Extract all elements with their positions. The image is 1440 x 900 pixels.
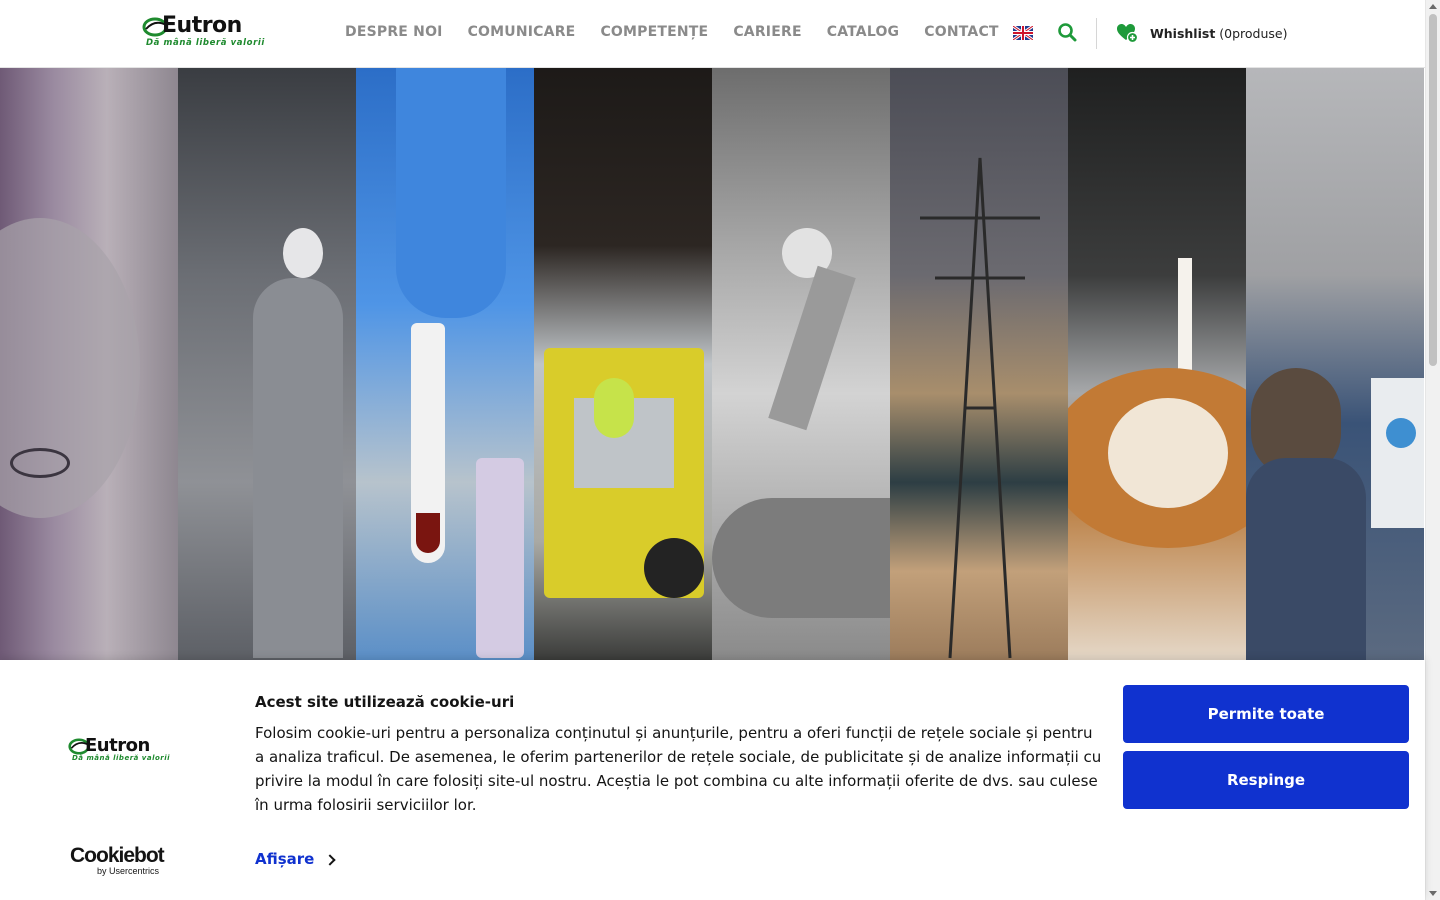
nav-item-catalog[interactable]: CATALOG (827, 24, 900, 40)
lab-sample-panel (356, 68, 534, 660)
forklift-warehouse-panel (534, 68, 712, 660)
banknote-panel (0, 68, 178, 660)
cookie-details-link[interactable]: Afișare (255, 850, 337, 868)
wishlist-link[interactable]: Whishlist (0produse) (1150, 26, 1288, 41)
heart-plus-icon[interactable] (1116, 23, 1138, 43)
scroll-up-icon[interactable] (1429, 4, 1437, 9)
cookie-logo-word: Eutron (85, 735, 150, 756)
main-nav: DESPRE NOI COMUNICARE COMPETENȚE CARIERE… (345, 24, 1024, 40)
cookie-details-label: Afișare (255, 850, 315, 868)
nav-item-cariere[interactable]: CARIERE (733, 24, 801, 40)
cookie-banner: Eutron Dă mână liberă valorii Cookiebot … (0, 660, 1425, 900)
office-worker-panel (1246, 68, 1424, 660)
cookiebot-sub: by Usercentrics (97, 866, 160, 876)
cookie-logo-tagline: Dă mână liberă valorii (72, 754, 171, 762)
allow-all-button[interactable]: Permite toate (1123, 685, 1409, 743)
cookie-eutron-logo: Eutron Dă mână liberă valorii (68, 735, 178, 767)
cookiebot-name: Cookiebot (70, 844, 165, 867)
cookie-title: Acest site utilizează cookie-uri (255, 693, 515, 711)
scroll-thumb[interactable] (1429, 14, 1437, 366)
chevron-right-icon (324, 853, 337, 866)
cookiebot-logo[interactable]: Cookiebot by Usercentrics (70, 844, 165, 876)
wishlist-count: (0produse) (1219, 26, 1288, 41)
reject-button[interactable]: Respinge (1123, 751, 1409, 809)
pylon-graphic (920, 157, 1040, 659)
header-divider (1096, 18, 1097, 49)
site-header: Eutron Dă mână liberă valorii DESPRE NOI… (0, 0, 1425, 68)
nav-item-despre-noi[interactable]: DESPRE NOI (345, 24, 443, 40)
nav-item-contact[interactable]: CONTACT (924, 24, 998, 40)
wishlist-label: Whishlist (1150, 26, 1216, 41)
hero-collage (0, 68, 1425, 660)
eutron-logo[interactable]: Eutron Dă mână liberă valorii (142, 13, 272, 50)
logo-word: Eutron (162, 13, 242, 38)
industrial-robot-panel (712, 68, 890, 660)
scroll-down-icon[interactable] (1429, 891, 1437, 896)
page-scrollbar[interactable] (1425, 0, 1440, 900)
nav-item-competente[interactable]: COMPETENȚE (600, 24, 708, 40)
cookie-description: Folosim cookie-uri pentru a personaliza … (255, 724, 1102, 814)
coffee-latte-panel (1068, 68, 1246, 660)
nav-item-comunicare[interactable]: COMUNICARE (468, 24, 576, 40)
fashion-mannequin-panel (178, 68, 356, 660)
logo-tagline: Dă mână liberă valorii (146, 38, 265, 48)
uk-flag-icon[interactable] (1013, 26, 1033, 40)
search-icon[interactable] (1057, 22, 1077, 42)
power-pylon-panel (890, 68, 1068, 660)
